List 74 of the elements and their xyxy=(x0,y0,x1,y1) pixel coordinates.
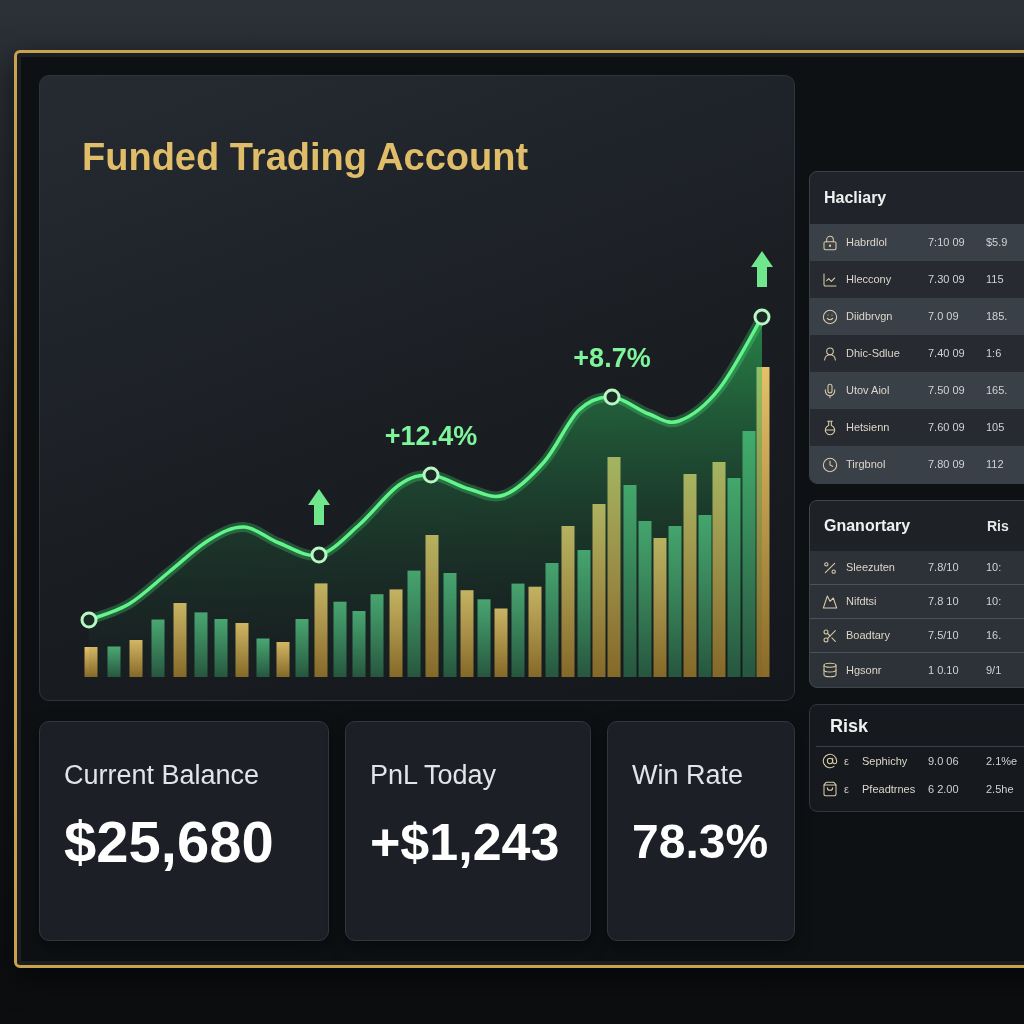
panel-title: Hacliary xyxy=(824,188,887,208)
stat-label: Current Balance xyxy=(64,759,261,792)
item-name: Pfeadtrnes xyxy=(862,781,917,797)
item-figure: 105 xyxy=(986,420,1005,436)
up-arrow-icon xyxy=(751,251,773,287)
percent-icon xyxy=(822,559,838,576)
item-figure: 185. xyxy=(986,309,1008,325)
item-name: Habrdlol xyxy=(846,235,888,251)
item-figure: 16. xyxy=(986,628,1002,644)
item-name: Hetsienn xyxy=(846,420,891,436)
item-value: 9.0 06 xyxy=(928,753,960,769)
mountain-icon xyxy=(822,593,838,610)
row-marker: ε xyxy=(844,781,850,797)
point-marker xyxy=(80,611,98,629)
point-marker xyxy=(310,546,328,564)
item-figure: 1:6 xyxy=(986,346,1002,362)
point-marker xyxy=(422,466,440,484)
percent-change-label: +12.4% xyxy=(384,421,478,451)
flask-icon xyxy=(822,419,838,436)
stat-label: PnL Today xyxy=(370,759,498,792)
item-figure: 165. xyxy=(986,383,1008,399)
item-figure: 2.5he xyxy=(986,781,1014,797)
stat-value: 78.3% xyxy=(632,814,770,870)
panel-title: Gnanortary xyxy=(824,516,912,536)
item-value: 7.5/10 xyxy=(928,628,960,644)
scissors-icon xyxy=(822,627,838,644)
item-value: 7.8 10 xyxy=(928,594,960,610)
item-value: 7.0 09 xyxy=(928,309,960,325)
percent-change-label: +8.7% xyxy=(573,343,651,373)
at-sign-icon xyxy=(822,753,838,769)
microphone-icon xyxy=(822,382,838,399)
line-chart-icon xyxy=(822,271,838,288)
item-value: 7.40 09 xyxy=(928,346,966,362)
smiley-icon xyxy=(822,308,838,325)
panel-title: Risk xyxy=(830,715,869,738)
dashboard-title: Funded Trading Account xyxy=(82,135,530,180)
stat-value: +$1,243 xyxy=(370,812,561,873)
point-marker xyxy=(753,308,771,326)
clock-icon xyxy=(822,456,838,473)
item-name: Hgsonr xyxy=(846,662,883,678)
up-arrow-icon xyxy=(308,489,330,525)
item-name: Boadtary xyxy=(846,628,892,644)
item-name: Diidbrvgn xyxy=(846,309,894,325)
column-header: Ris xyxy=(987,516,1009,536)
person-icon xyxy=(822,345,838,362)
item-name: Sleezuten xyxy=(846,560,896,576)
item-value: 7.8/10 xyxy=(928,560,960,576)
item-name: Tirgbnol xyxy=(846,457,887,473)
lock-icon xyxy=(822,234,838,251)
item-value: 1 0.10 xyxy=(928,662,960,678)
item-value: 7.80 09 xyxy=(928,457,966,473)
item-value: 7.50 09 xyxy=(928,383,966,399)
item-figure: 9/1 xyxy=(986,662,1002,678)
item-value: 6 2.00 xyxy=(928,781,960,797)
item-value: 7.60 09 xyxy=(928,420,966,436)
stat-value: $25,680 xyxy=(64,810,275,874)
item-figure: 115 xyxy=(986,272,1004,288)
item-value: 7:10 09 xyxy=(928,235,966,251)
item-name: Hleccony xyxy=(846,272,893,288)
item-name: Utov Aiol xyxy=(846,383,891,399)
database-icon xyxy=(822,662,838,678)
item-figure: $5.9 xyxy=(986,235,1008,251)
item-figure: 10: xyxy=(986,560,1002,576)
item-figure: 112 xyxy=(986,457,1004,473)
item-value: 7.30 09 xyxy=(928,272,966,288)
row-marker: ε xyxy=(844,753,850,769)
item-figure: 10: xyxy=(986,594,1002,610)
item-figure: 2.1%e xyxy=(986,753,1018,769)
point-marker xyxy=(603,388,621,406)
item-name: Dhic-Sdlue xyxy=(846,346,901,362)
item-name: Nifdtsi xyxy=(846,594,878,610)
bag-icon xyxy=(822,781,838,797)
stat-label: Win Rate xyxy=(632,759,745,792)
item-name: Sephichy xyxy=(862,753,909,769)
